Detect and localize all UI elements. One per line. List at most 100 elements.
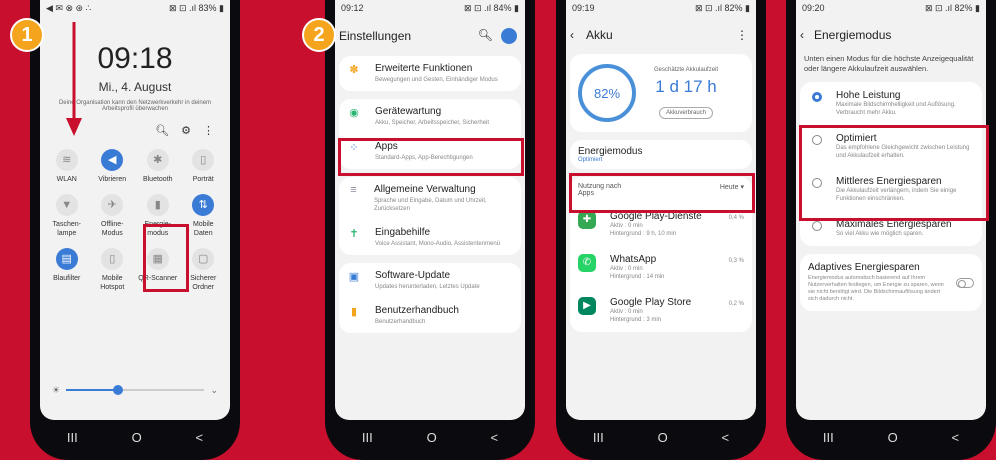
nav-bar: III O < bbox=[796, 422, 986, 452]
step-badge-2: 2 bbox=[302, 18, 336, 52]
recents-button[interactable]: III bbox=[823, 430, 834, 445]
battery-header: ‹ Akku ⋮ bbox=[566, 16, 756, 54]
option-description: So viel Akku wie möglich sparen. bbox=[836, 231, 924, 237]
energy-mode-title: Energiemodus bbox=[578, 146, 643, 157]
mode-option[interactable]: Hohe Leistung Maximale Bildschirmhelligke… bbox=[800, 82, 982, 125]
status-time: 09:12 bbox=[341, 3, 364, 13]
app-background: Hintergrund : 3 min bbox=[610, 317, 662, 323]
back-button[interactable]: < bbox=[952, 430, 960, 445]
home-button[interactable]: O bbox=[427, 430, 437, 445]
settings-row[interactable]: ≡ Allgemeine Verwaltung Sprache und Eingab… bbox=[339, 177, 521, 220]
back-arrow-icon[interactable]: ‹ bbox=[800, 28, 804, 42]
tile-icon: ▤ bbox=[55, 248, 78, 270]
settings-row-title: Eingabehilfe bbox=[375, 227, 431, 238]
energy-mode-value: Optimiert bbox=[578, 157, 603, 163]
settings-row[interactable]: ✽ Erweiterte Funktionen Bewegungen und Ges… bbox=[339, 56, 521, 91]
app-usage-row[interactable]: ▶ Google Play Store Aktiv : 0 min Hintergru… bbox=[570, 289, 752, 332]
app-background: Hintergrund : 14 min bbox=[610, 274, 665, 280]
settings-icon: ≡ bbox=[350, 184, 357, 196]
phone-settings: 09:12 ⊠ ⊡ .ıl 84% ▮ Einstellungen 🔍︎ ✽ Er… bbox=[325, 0, 535, 460]
settings-row-subtitle: Akku, Speicher, Arbeitsspeicher, Sicherh… bbox=[375, 120, 490, 126]
back-arrow-icon[interactable]: ‹ bbox=[570, 28, 574, 42]
phone-energy-mode: 09:20 ⊠ ⊡ .ıl 82% ▮ ‹ Energiemodus Unten… bbox=[786, 0, 996, 460]
home-button[interactable]: O bbox=[132, 430, 142, 445]
settings-row[interactable]: ◉ Gerätewartung Akku, Speicher, Arbeitsspe… bbox=[339, 99, 521, 134]
quick-tile[interactable]: ▯ Mobile Hotspot bbox=[90, 248, 136, 292]
home-button[interactable]: O bbox=[888, 430, 898, 445]
search-icon[interactable]: 🔍︎ bbox=[478, 28, 493, 42]
page-title: Akku bbox=[586, 28, 613, 42]
tile-icon: ✱ bbox=[146, 149, 169, 171]
quick-tile[interactable]: ▯ Porträt bbox=[181, 149, 227, 184]
settings-icon: ▣ bbox=[348, 271, 360, 283]
radio-button[interactable] bbox=[812, 92, 822, 102]
status-time: 09:19 bbox=[572, 3, 595, 13]
status-right: ⊠ ⊡ .ıl 83% ▮ bbox=[168, 2, 224, 13]
app-icon: ▶ bbox=[578, 297, 596, 315]
tile-icon: ⇅ bbox=[192, 194, 215, 216]
tile-icon: ▢ bbox=[192, 248, 215, 270]
tile-icon: ▮ bbox=[146, 194, 169, 216]
app-usage-row[interactable]: ✆ WhatsApp Aktiv : 0 min Hintergrund : 14 m… bbox=[570, 246, 752, 289]
settings-row-subtitle: Benutzerhandbuch bbox=[375, 319, 426, 325]
tile-label: Mobile Hotspot bbox=[100, 275, 125, 291]
adaptive-row[interactable]: Adaptives Energiesparen Energiemodus aut… bbox=[800, 254, 982, 311]
back-button[interactable]: < bbox=[491, 430, 499, 445]
search-icon[interactable]: 🔍︎ bbox=[155, 124, 169, 137]
tile-icon: ▯ bbox=[192, 149, 215, 171]
intro-text: Unten einen Modus für die höchste Anzeig… bbox=[804, 54, 974, 73]
recents-button[interactable]: III bbox=[67, 430, 78, 445]
recents-button[interactable]: III bbox=[593, 430, 604, 445]
quick-tile[interactable]: ≋ WLAN bbox=[44, 149, 90, 184]
status-bar: 09:20 ⊠ ⊡ .ıl 82% ▮ bbox=[796, 0, 986, 16]
brightness-knob[interactable] bbox=[113, 385, 124, 395]
adaptive-toggle[interactable] bbox=[956, 277, 974, 288]
nav-bar: III O < bbox=[566, 422, 756, 452]
brightness-track[interactable] bbox=[66, 385, 205, 395]
highlight-geraetewartung bbox=[338, 138, 524, 176]
settings-row-subtitle: Voice Assistant, Mono-Audio, Assistenten… bbox=[375, 241, 501, 247]
app-name: WhatsApp bbox=[610, 254, 657, 265]
settings-group: ≡ Allgemeine Verwaltung Sprache und Eingab… bbox=[339, 177, 521, 255]
quick-tile[interactable]: ✈ Offline- Modus bbox=[90, 194, 136, 238]
tile-label: WLAN bbox=[56, 176, 77, 183]
tile-label: Taschen- lampe bbox=[52, 221, 81, 237]
energy-mode-row[interactable]: Energiemodus Optimiert bbox=[570, 140, 752, 169]
quick-tile[interactable]: ◀ Vibrieren bbox=[90, 149, 136, 184]
settings-row[interactable]: ▣ Software-Update Updates herunterladen, L… bbox=[339, 263, 521, 298]
more-icon[interactable]: ⋮ bbox=[203, 124, 214, 137]
step-badge-1: 1 bbox=[10, 18, 44, 52]
gear-icon[interactable]: ⚙ bbox=[181, 124, 191, 137]
chevron-down-icon[interactable]: ⌄ bbox=[210, 385, 218, 396]
quick-tile[interactable]: ▼ Taschen- lampe bbox=[44, 194, 90, 238]
estimate-value: 1 d 17 h bbox=[655, 77, 717, 96]
nav-bar: III O < bbox=[40, 422, 230, 452]
settings-row-subtitle: Sprache und Eingabe, Datum und Uhrzeit, … bbox=[373, 198, 487, 212]
settings-icon: ✝ bbox=[349, 228, 359, 240]
page-title: Energiemodus bbox=[814, 28, 892, 42]
energy-mode-header: ‹ Energiemodus bbox=[796, 16, 986, 54]
app-active: Aktiv : 0 min bbox=[610, 266, 643, 272]
account-avatar[interactable] bbox=[501, 28, 517, 44]
highlight-energiemodus-tile bbox=[143, 224, 189, 292]
settings-row[interactable]: ▮ Benutzerhandbuch Benutzerhandbuch bbox=[339, 298, 521, 333]
recents-button[interactable]: III bbox=[362, 430, 373, 445]
app-active: Aktiv : 0 min bbox=[610, 309, 643, 315]
page-title: Einstellungen bbox=[339, 29, 412, 43]
settings-row-subtitle: Updates herunterladen, Letztes Update bbox=[375, 284, 480, 290]
back-button[interactable]: < bbox=[196, 430, 204, 445]
back-button[interactable]: < bbox=[722, 430, 730, 445]
battery-usage-button[interactable]: Akkuverbrauch bbox=[659, 107, 714, 119]
quick-tile[interactable]: ✱ Bluetooth bbox=[135, 149, 181, 184]
settings-list: ✽ Erweiterte Funktionen Bewegungen und Ges… bbox=[335, 56, 525, 333]
settings-row[interactable]: ✝ Eingabehilfe Voice Assistant, Mono-Audio… bbox=[339, 220, 521, 255]
brightness-slider[interactable]: ☀ ⌄ bbox=[52, 384, 218, 396]
more-icon[interactable]: ⋮ bbox=[736, 28, 748, 42]
quick-tile[interactable]: ▤ Blaufilter bbox=[44, 248, 90, 292]
app-background: Hintergrund : 9 h, 10 min bbox=[610, 231, 677, 237]
status-right: ⊠ ⊡ .ıl 84% ▮ bbox=[463, 2, 519, 13]
tile-label: Bluetooth bbox=[142, 176, 173, 183]
home-button[interactable]: O bbox=[658, 430, 668, 445]
phone-battery: 09:19 ⊠ ⊡ .ıl 82% ▮ ‹ Akku ⋮ 82% Geschät… bbox=[556, 0, 766, 460]
radio-button[interactable] bbox=[812, 221, 822, 231]
